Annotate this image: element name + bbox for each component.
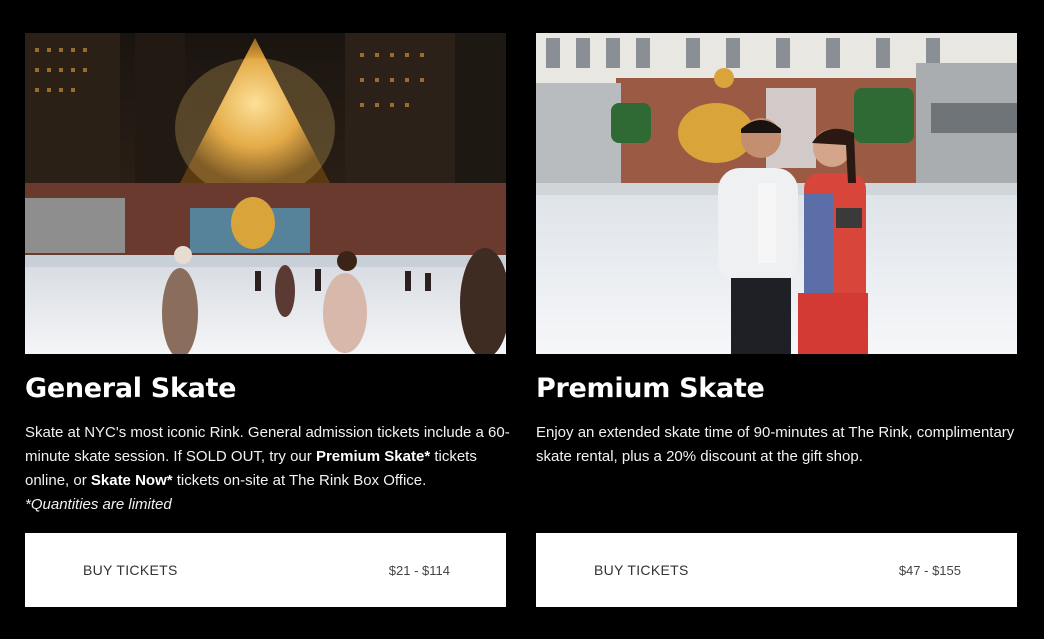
desc-text: Enjoy an extended skate time of 90-minut… bbox=[536, 424, 1015, 465]
premium-skate-description: Enjoy an extended skate time of 90-minut… bbox=[536, 421, 1021, 469]
general-skate-title: General Skate bbox=[25, 373, 237, 404]
price-range: $21 - $114 bbox=[388, 562, 450, 578]
desc-text: tickets on-site at The Rink Box Office. bbox=[172, 472, 427, 489]
quantities-note: *Quantities are limited bbox=[25, 496, 172, 513]
general-skate-photo bbox=[25, 33, 506, 354]
premium-skate-buy-tickets-button[interactable]: BUY TICKETS $47 - $155 bbox=[536, 533, 1017, 607]
skate-now-link: Skate Now* bbox=[90, 472, 173, 489]
premium-skate-photo bbox=[536, 33, 1017, 354]
buy-tickets-label: BUY TICKETS bbox=[83, 562, 178, 578]
premium-skate-title: Premium Skate bbox=[536, 373, 765, 404]
price-range: $47 - $155 bbox=[898, 562, 961, 578]
card-general-skate: General Skate Skate at NYC's most iconic… bbox=[25, 33, 510, 607]
buy-tickets-label: BUY TICKETS bbox=[594, 562, 689, 578]
card-premium-skate: Premium Skate Enjoy an extended skate ti… bbox=[536, 33, 1017, 607]
premium-skate-link: Premium Skate* bbox=[315, 448, 431, 465]
general-skate-buy-tickets-button[interactable]: BUY TICKETS $21 - $114 bbox=[25, 533, 506, 607]
general-skate-description: Skate at NYC's most iconic Rink. General… bbox=[25, 421, 510, 517]
